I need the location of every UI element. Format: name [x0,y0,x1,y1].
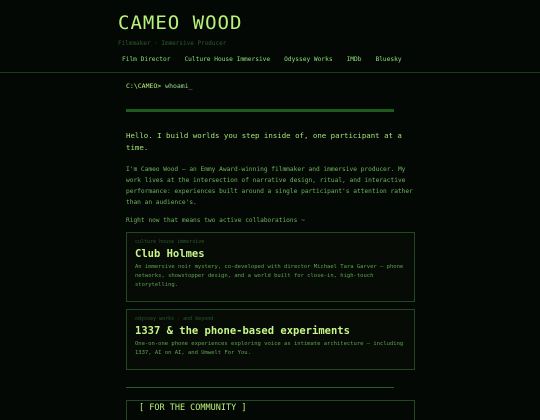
card-kicker: culture house immersive [135,239,205,245]
section-divider [126,387,394,388]
nav-link-odyssey-works[interactable]: Odyssey Works [284,56,332,63]
collaborations-lead: Right now that means two active collabor… [126,217,305,224]
terminal-command: whoami_ [165,82,193,90]
nav-link-film-director[interactable]: Film Director [122,56,170,63]
community-section-heading: [ FOR THE COMMUNITY ] [126,400,415,420]
card-title: 1337 & the phone-based experiments [135,325,350,337]
card-title: Club Holmes [135,248,205,260]
main-content: C:\CAMEO> whoami_ Hello. I build worlds … [126,82,415,420]
nav-link-imdb[interactable]: IMDb [347,56,362,63]
card-description: One-on-one phone experiences exploring v… [135,341,404,356]
project-card-1337[interactable]: odyssey works · and beyond 1337 & the ph… [126,309,415,370]
nav-link-bluesky[interactable]: Bluesky [375,56,401,63]
section-divider [126,109,394,112]
terminal-prompt: C:\CAMEO> whoami_ [126,82,415,90]
site-title: CAMEO WOOD [118,12,243,34]
nav-link-culture-house[interactable]: Culture House Immersive [184,56,270,63]
site-header: CAMEO WOOD Filmmaker · Immersive Produce… [0,0,540,73]
main-nav: Film Director Culture House Immersive Od… [122,56,416,63]
card-description: An immersive noir mystery, co-developed … [135,264,404,288]
terminal-path: C:\CAMEO> [126,82,162,90]
site-tagline: Filmmaker · Immersive Producer [118,40,227,47]
project-card-club-holmes[interactable]: culture house immersive Club Holmes An i… [126,232,415,302]
intro-text: Hello. I build worlds you step inside of… [126,131,402,152]
card-kicker: odyssey works · and beyond [135,316,214,322]
bio-text: I'm Cameo Wood — an Emmy Award-winning f… [126,166,413,206]
